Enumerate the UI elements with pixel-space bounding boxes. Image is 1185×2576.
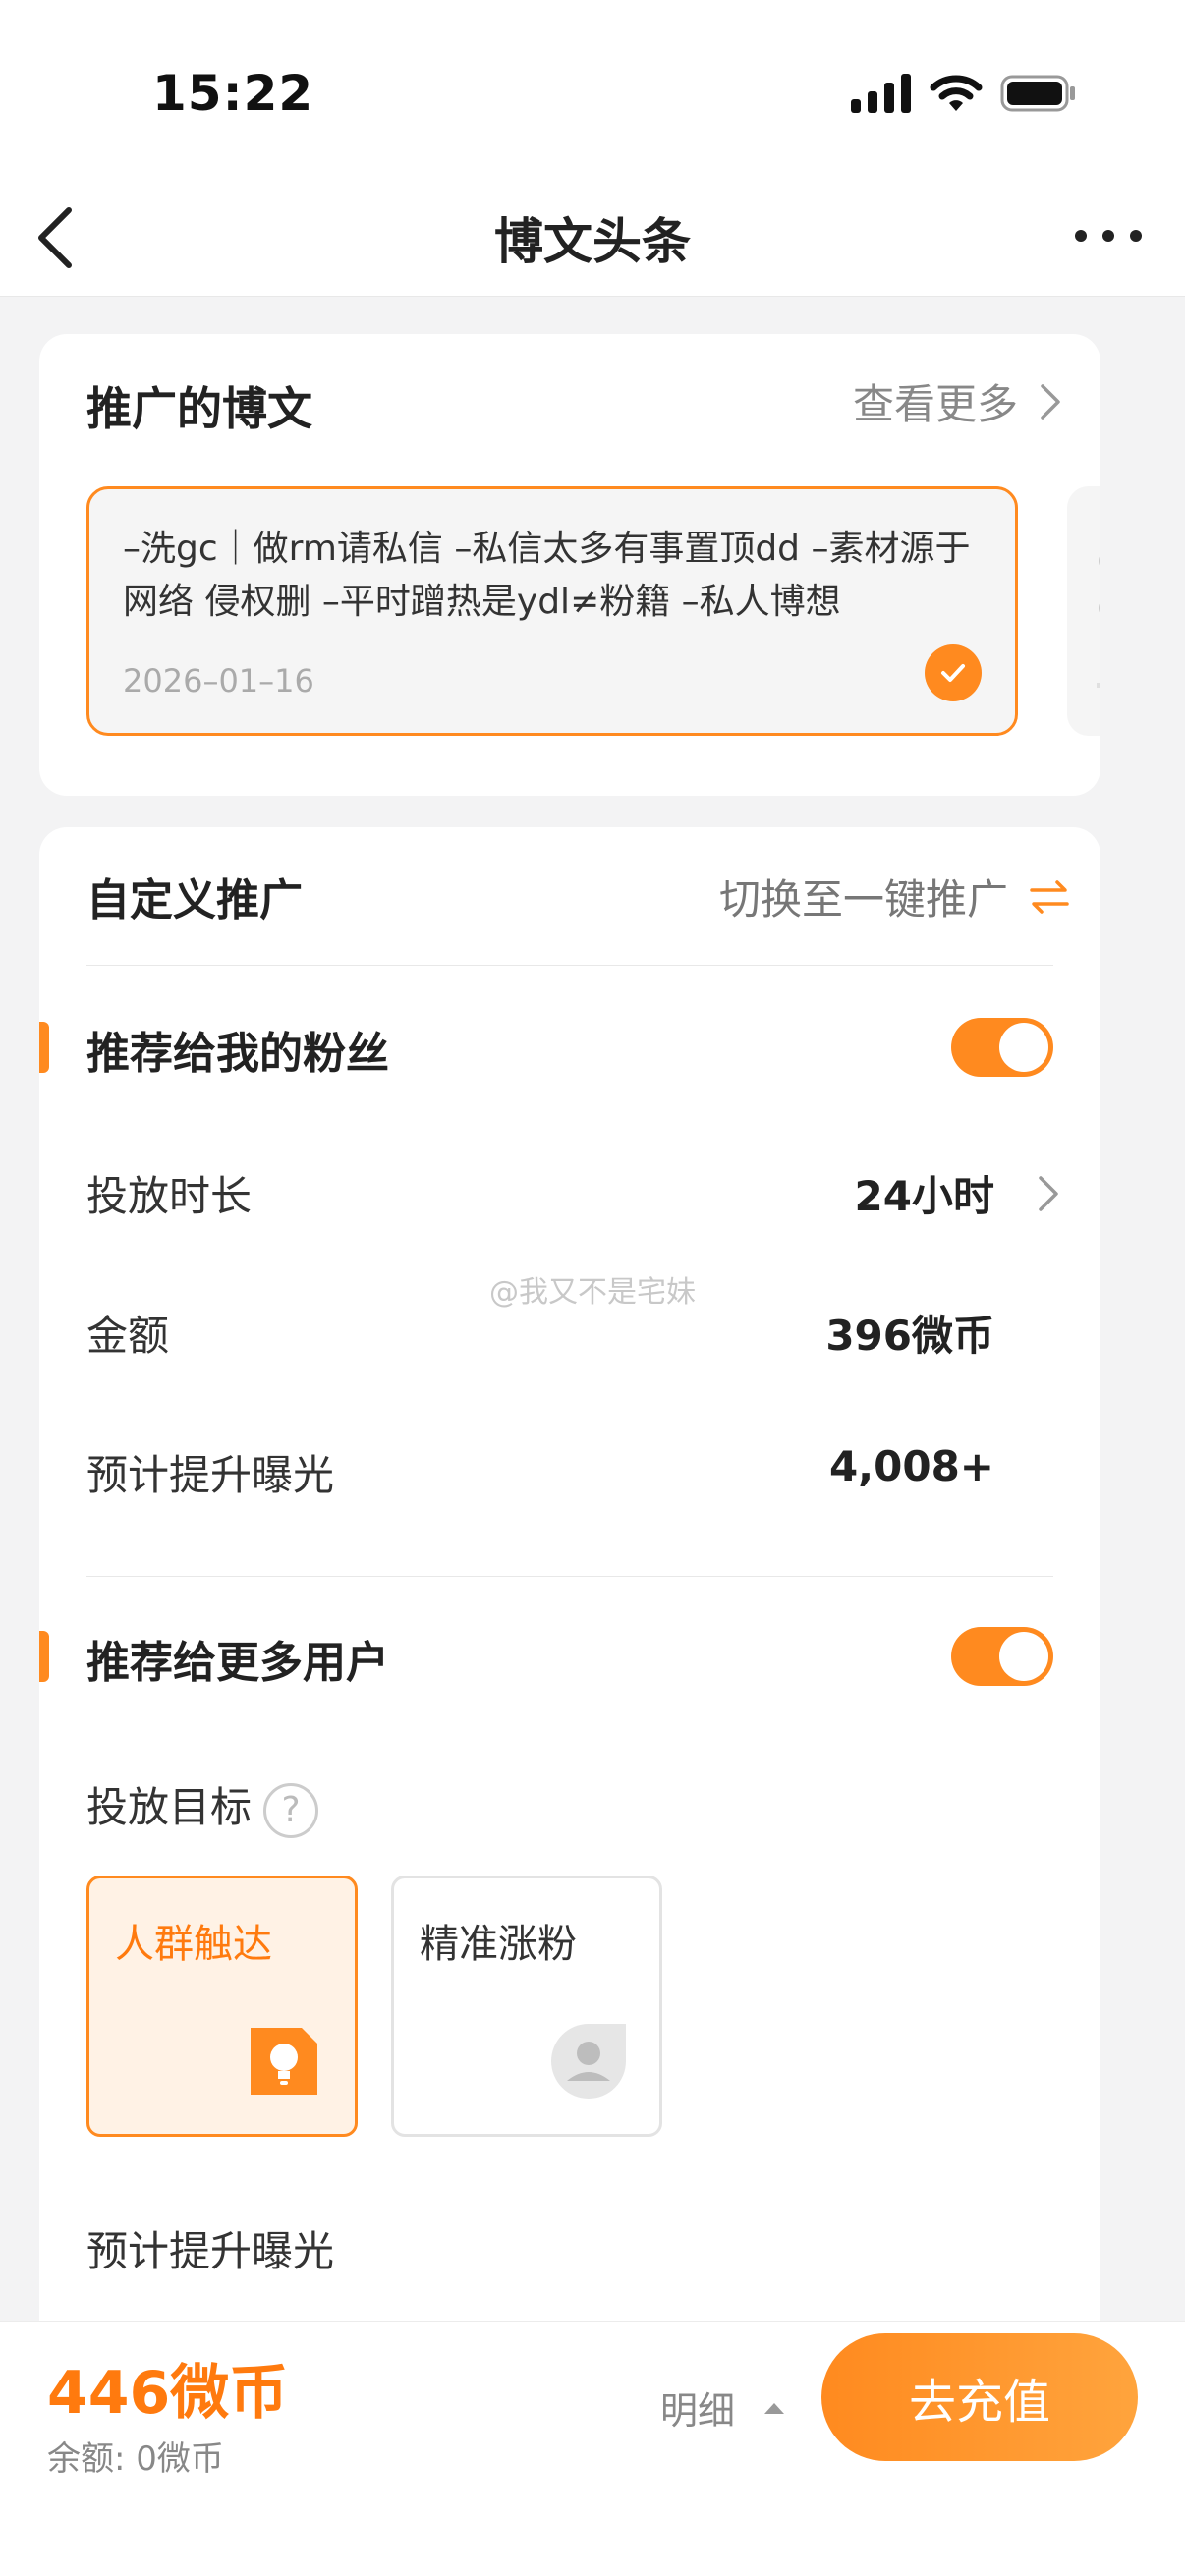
- amount-label: 金额: [86, 1312, 170, 1360]
- status-bar: 15:22: [0, 0, 1185, 177]
- watermark: @我又不是宅妹: [489, 1275, 696, 1310]
- custom-promotion-card: 自定义推广 切换至一键推广 推荐给我的粉丝 投放时长 24小时 金额 396微币…: [39, 827, 1100, 2399]
- goal-option-reach[interactable]: 人群触达: [86, 1876, 358, 2137]
- switch-to-one-click-button[interactable]: 切换至一键推广: [719, 867, 1071, 926]
- more-users-exposure-label: 预计提升曝光: [86, 2227, 335, 2275]
- next-post-preview[interactable]: [1067, 486, 1100, 736]
- exposure-label: 预计提升曝光: [86, 1451, 335, 1499]
- wifi-icon: [930, 75, 983, 111]
- signal-icon: [851, 74, 911, 113]
- fans-toggle[interactable]: [951, 1018, 1053, 1077]
- amount-value: 396微币: [825, 1312, 994, 1360]
- post-date: 2026–01–16: [123, 662, 314, 700]
- more-users-section-title: 推荐给更多用户: [86, 1638, 389, 1688]
- balance-text: 余额: 0微币: [47, 2439, 224, 2479]
- fans-section-title: 推荐给我的粉丝: [86, 1029, 389, 1079]
- chevron-right-icon: [1041, 383, 1060, 420]
- post-thumbnail: [1097, 555, 1100, 688]
- check-icon: [925, 644, 982, 701]
- post-text: –洗gc｜做rm请私信 –私信太多有事置顶dd –素材源于网络 侵权删 –平时蹭…: [123, 529, 971, 622]
- bottom-bar: 446微币 余额: 0微币 明细 去充值: [0, 2321, 1185, 2576]
- recharge-button[interactable]: 去充值: [821, 2333, 1138, 2461]
- goal-label-text: 投放目标: [86, 1783, 253, 1831]
- status-time: 15:22: [152, 65, 314, 122]
- section-accent: [39, 1631, 49, 1682]
- divider: [86, 965, 1053, 966]
- nav-bar: 博文头条: [0, 177, 1185, 297]
- see-more-label: 查看更多: [852, 380, 1018, 428]
- goal-option-label: 人群触达: [115, 1922, 272, 1967]
- divider: [86, 1576, 1053, 1577]
- section-accent: [39, 1022, 49, 1073]
- exposure-value: 4,008+: [828, 1442, 994, 1490]
- chevron-right-icon[interactable]: [1038, 1175, 1059, 1212]
- lightbulb-icon: [251, 2028, 317, 2095]
- status-icons: [851, 69, 1079, 118]
- goal-option-label: 精准涨粉: [420, 1922, 577, 1967]
- selected-post[interactable]: –洗gc｜做rm请私信 –私信太多有事置顶dd –素材源于网络 侵权删 –平时蹭…: [86, 486, 1018, 736]
- caret-up-icon: [764, 2402, 785, 2414]
- swap-arrows-icon: [1030, 879, 1069, 914]
- help-icon[interactable]: ?: [263, 1782, 319, 1838]
- total-price: 446微币: [47, 2359, 289, 2428]
- duration-value[interactable]: 24小时: [855, 1163, 994, 1223]
- more-dots-icon: [1075, 230, 1142, 242]
- duration-label: 投放时长: [86, 1172, 253, 1220]
- promoted-post-card: 推广的博文 查看更多 –洗gc｜做rm请私信 –私信太多有事置顶dd –素材源于…: [39, 334, 1100, 796]
- promoted-post-header: 推广的博文: [86, 382, 312, 435]
- custom-promo-title: 自定义推广: [86, 875, 303, 925]
- switch-mode-label: 切换至一键推广: [718, 875, 1008, 924]
- page-title: 博文头条: [494, 213, 691, 270]
- detail-button[interactable]: 明细: [660, 2380, 786, 2435]
- more-users-toggle[interactable]: [951, 1627, 1053, 1686]
- person-icon: [551, 2024, 626, 2099]
- more-button[interactable]: [1069, 216, 1148, 255]
- detail-label: 明细: [660, 2389, 736, 2433]
- goal-option-fans[interactable]: 精准涨粉: [391, 1876, 662, 2137]
- battery-icon: [1000, 75, 1075, 112]
- see-more-link[interactable]: 查看更多: [853, 371, 1061, 431]
- goal-label: 投放目标?: [86, 1774, 319, 1838]
